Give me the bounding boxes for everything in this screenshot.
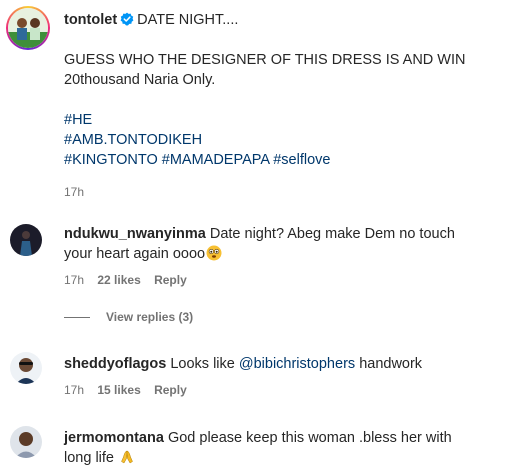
comment-text-line-1: God please keep this woman .bless her wi… [167, 430, 452, 446]
face-with-eyes-emoji-icon [206, 245, 222, 261]
comment-text-line-2: your heart again oooo [64, 246, 206, 262]
comment-avatar[interactable] [10, 426, 42, 458]
comment-avatar[interactable] [10, 352, 42, 384]
view-replies-label: View replies (3) [106, 310, 194, 324]
comment-username[interactable]: jermomontana [64, 430, 164, 446]
divider [64, 316, 90, 318]
post-caption: tontolet DATE NIGHT.... GUESS WHO THE DES… [64, 10, 484, 202]
folded-hands-emoji-icon [119, 449, 135, 465]
comment-avatar[interactable] [10, 224, 42, 256]
comment-text-before: Looks like [170, 356, 235, 372]
comment: ndukwu_nwanyinma Date night? Abeg make D… [64, 224, 484, 290]
post-title: DATE NIGHT.... [137, 12, 239, 28]
comment-timestamp: 17h [64, 273, 85, 287]
comment: jermomontana God please keep this woman … [64, 428, 484, 468]
post-timestamp: 17h [64, 185, 85, 199]
hashtag-line[interactable]: #HE [64, 110, 484, 130]
mention-link[interactable]: @bibichristophers [239, 356, 355, 372]
verified-badge-icon [120, 12, 134, 26]
reply-button[interactable]: Reply [154, 273, 187, 287]
view-replies-button[interactable]: View replies (3) [64, 310, 193, 324]
comment-likes[interactable]: 15 likes [97, 383, 140, 397]
post-body-line-2: 20thousand Naria Only. [64, 72, 216, 88]
comment-likes[interactable]: 22 likes [97, 273, 140, 287]
hashtag-line[interactable]: #AMB.TONTODIKEH [64, 130, 484, 150]
comment-text-line-2: long life [64, 450, 114, 466]
reply-button[interactable]: Reply [154, 383, 187, 397]
comment-text-after: handwork [359, 356, 423, 372]
post-body-line-1: GUESS WHO THE DESIGNER OF THIS DRESS IS … [64, 52, 466, 68]
comment-text-line-1: Date night? Abeg make Dem no touch [209, 226, 455, 242]
comment-username[interactable]: ndukwu_nwanyinma [64, 226, 206, 242]
comment-timestamp: 17h [64, 383, 85, 397]
post-avatar[interactable] [6, 6, 50, 50]
comment: sheddyoflagos Looks like @bibichristophe… [64, 354, 484, 400]
post-username[interactable]: tontolet [64, 12, 117, 28]
comment-username[interactable]: sheddyoflagos [64, 356, 166, 372]
hashtag-line[interactable]: #KINGTONTO #MAMADEPAPA #selflove [64, 150, 484, 170]
